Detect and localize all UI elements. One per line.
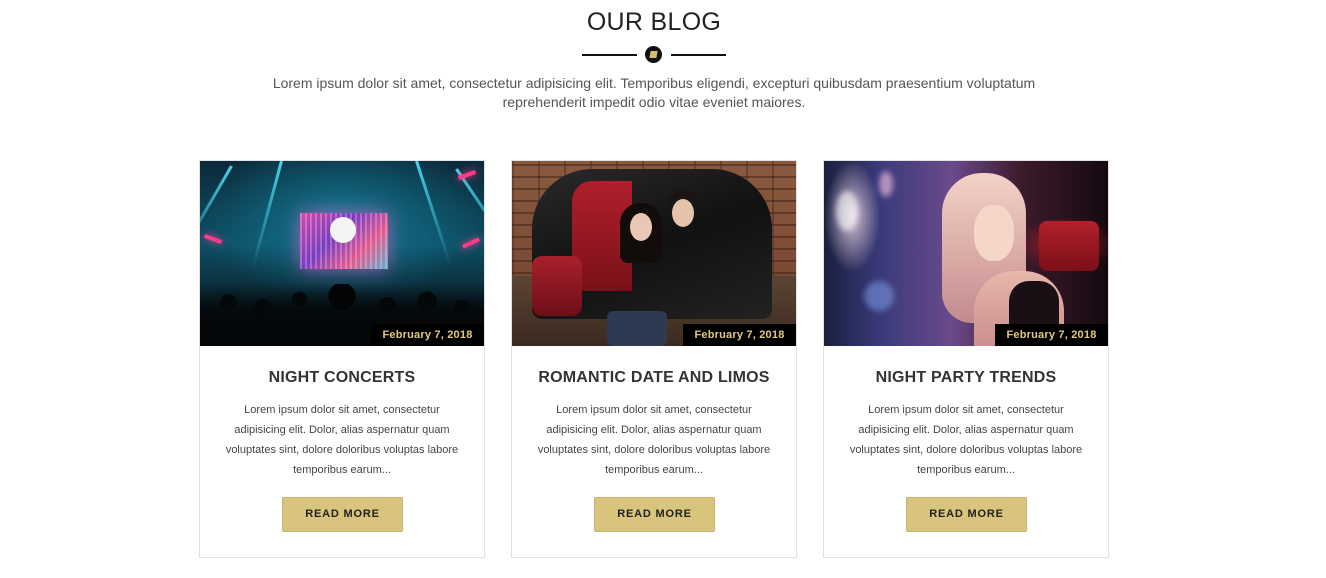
performer-head <box>330 217 356 243</box>
title-divider <box>582 45 726 65</box>
section-intro: Lorem ipsum dolor sit amet, consectetur … <box>0 74 1308 112</box>
read-more-button[interactable]: READ MORE <box>282 497 403 532</box>
blog-image-concert[interactable]: February 7, 2018 <box>200 161 484 346</box>
divider-line-left <box>582 54 637 56</box>
divider-line-right <box>671 54 726 56</box>
post-date-badge: February 7, 2018 <box>683 324 796 346</box>
post-date-badge: February 7, 2018 <box>371 324 484 346</box>
woman-face <box>974 205 1014 261</box>
intro-line-2: reprehenderit impedit odio vitae eveniet… <box>502 94 806 110</box>
read-more-button[interactable]: READ MORE <box>594 497 715 532</box>
bokeh-light <box>879 171 893 197</box>
blog-image-party[interactable]: February 7, 2018 <box>824 161 1108 346</box>
blog-section: OUR BLOG Lorem ipsum dolor sit amet, con… <box>0 0 1326 578</box>
section-title: OUR BLOG <box>586 8 722 36</box>
red-seat <box>1039 221 1099 271</box>
blog-card-romantic-date: February 7, 2018 ROMANTIC DATE AND LIMOS… <box>511 160 797 558</box>
intro-line-1: Lorem ipsum dolor sit amet, consectetur … <box>272 75 1036 91</box>
stage-light-beam <box>415 161 452 267</box>
post-date-badge: February 7, 2018 <box>995 324 1108 346</box>
stage-light-beam <box>251 161 283 268</box>
man-face <box>672 199 694 227</box>
post-excerpt: Lorem ipsum dolor sit amet, consectetur … <box>849 404 1083 476</box>
blog-card-night-concerts: February 7, 2018 NIGHT CONCERTS Lorem ip… <box>199 160 485 558</box>
post-excerpt: Lorem ipsum dolor sit amet, consectetur … <box>225 404 459 476</box>
jeans <box>607 311 667 346</box>
post-title[interactable]: NIGHT PARTY TRENDS <box>824 369 1108 387</box>
post-title[interactable]: ROMANTIC DATE AND LIMOS <box>512 369 796 387</box>
bokeh-light <box>864 281 894 311</box>
blog-card-night-party: February 7, 2018 NIGHT PARTY TRENDS Lore… <box>823 160 1109 558</box>
stage-light-pink <box>203 234 223 244</box>
read-more-button[interactable]: READ MORE <box>906 497 1027 532</box>
jacket-lining <box>532 256 582 316</box>
stage-light-pink <box>461 237 481 249</box>
blog-image-romantic[interactable]: February 7, 2018 <box>512 161 796 346</box>
woman-face <box>630 213 652 241</box>
divider-ornament-icon <box>645 46 662 63</box>
post-title[interactable]: NIGHT CONCERTS <box>200 369 484 387</box>
bokeh-light <box>836 191 858 231</box>
stage-light-beam <box>200 165 233 263</box>
post-excerpt: Lorem ipsum dolor sit amet, consectetur … <box>537 404 771 476</box>
stage-light-beam <box>455 168 484 262</box>
